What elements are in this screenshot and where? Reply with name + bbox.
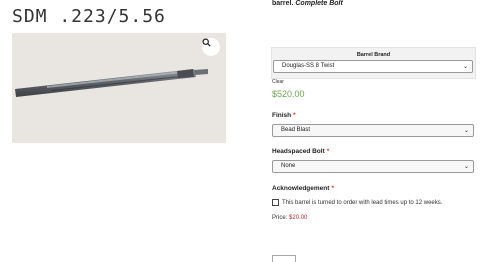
barrel-image	[15, 69, 208, 97]
chevron-down-icon: ⌄	[462, 64, 468, 70]
description-snippet: barrel. Complete Bolt	[272, 0, 343, 7]
clear-link[interactable]: Clear	[272, 79, 284, 85]
finish-select[interactable]: Bead Blast ⌄	[272, 124, 474, 137]
finish-label-text: Finish	[272, 112, 292, 119]
headspaced-bolt-select[interactable]: None ⌄	[272, 160, 474, 173]
acknowledgement-label: Acknowledgement *	[272, 185, 334, 192]
description-text: barrel.	[272, 0, 296, 7]
finish-value: Bead Blast	[281, 127, 311, 133]
variation-price: $520.00	[272, 89, 305, 99]
barrel-brand-select[interactable]: Douglas-SS 8 Twist ⌄	[273, 60, 473, 73]
barrel-brand-box: Barrel Brand Douglas-SS 8 Twist ⌄	[271, 47, 476, 79]
required-mark: *	[293, 112, 296, 119]
required-mark: *	[331, 185, 334, 192]
finish-label: Finish *	[272, 112, 296, 119]
zoom-button[interactable]	[202, 38, 220, 56]
required-mark: *	[326, 148, 330, 155]
barrel-brand-value: Douglas-SS 8 Twist	[282, 63, 335, 69]
headspaced-bolt-value: None	[281, 163, 296, 169]
headspaced-bolt-label-text: Headspaced Bolt	[272, 148, 325, 155]
product-title: SDM .223/5.56	[12, 6, 166, 27]
addon-price: Price: $20.00	[272, 215, 307, 221]
acknowledgement-checkbox[interactable]	[272, 199, 279, 206]
quantity-input[interactable]	[272, 255, 296, 262]
addon-price-value: $20.00	[289, 215, 308, 221]
acknowledgement-label-text: Acknowledgement	[272, 185, 330, 192]
chevron-down-icon: ⌄	[463, 128, 469, 134]
headspaced-bolt-label: Headspaced Bolt *	[272, 148, 329, 155]
acknowledgement-row: This barrel is turned to order with lead…	[272, 199, 442, 206]
product-image[interactable]	[12, 33, 226, 143]
barrel-brand-heading: Barrel Brand	[356, 52, 391, 58]
description-italic: Complete Bolt	[295, 0, 343, 7]
chevron-down-icon: ⌄	[463, 164, 469, 170]
magnifier-icon	[202, 38, 211, 47]
acknowledgement-text: This barrel is turned to order with lead…	[282, 199, 443, 206]
addon-price-label: Price:	[272, 215, 290, 221]
